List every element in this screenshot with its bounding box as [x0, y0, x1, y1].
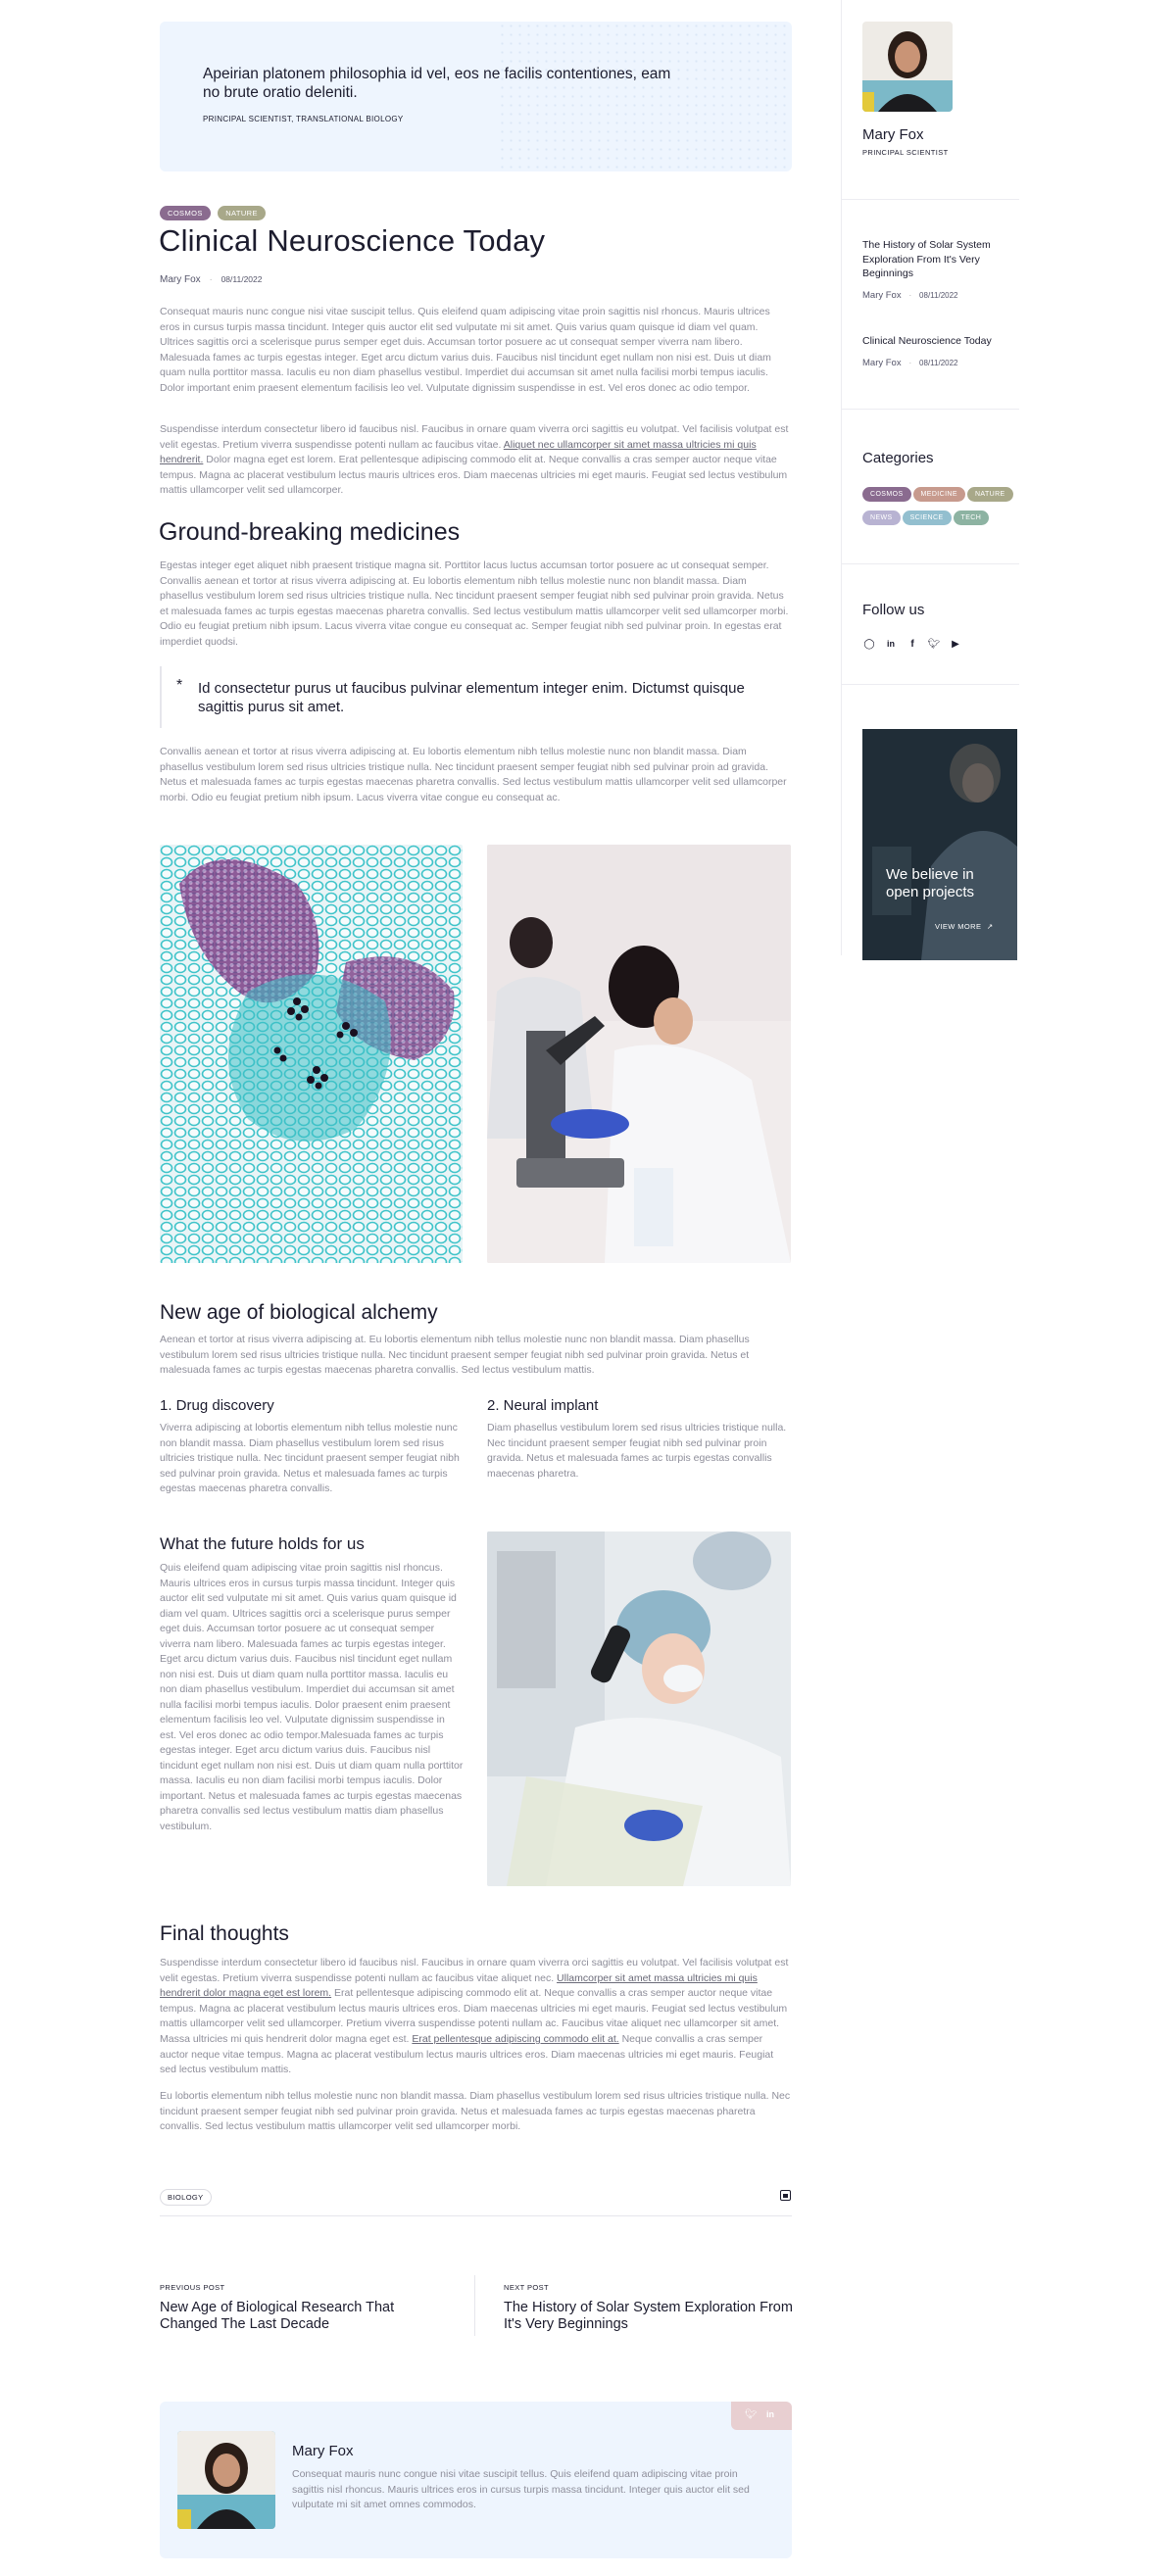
recent-post-2[interactable]: Clinical Neuroscience Today Mary Fox · 0…: [862, 334, 1019, 368]
hero-quote-box: Apeirian platonem philosophia id vel, eo…: [160, 22, 792, 171]
category-medicine[interactable]: MEDICINE: [912, 487, 965, 502]
intro-paragraph-2: Suspendisse interdum consectetur libero …: [160, 422, 792, 499]
author-box-avatar: [177, 2431, 275, 2529]
heading-future: What the future holds for us: [160, 1534, 365, 1553]
final-paragraph-1: Suspendisse interdum consectetur libero …: [160, 1956, 792, 2078]
category-science[interactable]: SCIENCE: [902, 510, 952, 525]
post-tags: COSMOS NATURE: [160, 203, 269, 220]
linkedin-icon[interactable]: in: [884, 637, 898, 651]
linkedin-icon[interactable]: in: [766, 2409, 774, 2419]
drug-discovery-paragraph: Viverra adipiscing at lobortis elementum…: [160, 1422, 460, 1495]
recent-post-2-author[interactable]: Mary Fox: [862, 358, 902, 368]
heading-medicines: Ground-breaking medicines: [159, 518, 461, 546]
post-meta: Mary Fox · 08/11/2022: [160, 274, 263, 285]
final-paragraph-2: Eu lobortis elementum nibh tellus molest…: [160, 2090, 791, 2133]
researcher-microscope-image: [487, 1531, 791, 1886]
youtube-icon[interactable]: ▶: [949, 638, 962, 652]
next-post-title[interactable]: The History of Solar System Exploration …: [504, 2300, 798, 2333]
author-social-strip: 🐦︎ in: [731, 2402, 792, 2430]
post-author[interactable]: Mary Fox: [160, 274, 201, 285]
next-post-link[interactable]: NEXT POST The History of Solar System Ex…: [504, 2283, 798, 2333]
follow-title: Follow us: [862, 602, 925, 618]
facebook-icon[interactable]: f: [906, 638, 919, 652]
category-nature[interactable]: NATURE: [966, 487, 1013, 502]
previous-post-link[interactable]: PREVIOUS POST New Age of Biological Rese…: [160, 2283, 464, 2333]
tag-cosmos[interactable]: COSMOS: [160, 206, 211, 220]
micrograph-image: [160, 845, 463, 1263]
banner-view-more[interactable]: VIEW MORE ↗: [935, 922, 994, 931]
share-icon[interactable]: [780, 2190, 791, 2201]
after-quote-paragraph: Convallis aenean et tortor at risus vive…: [160, 746, 787, 803]
heading-drug-discovery: 1. Drug discovery: [160, 1397, 274, 1414]
divider: [160, 2215, 792, 2216]
nav-divider: [474, 2275, 475, 2336]
recent-post-2-date: 08/11/2022: [919, 358, 958, 367]
banner-link-label: VIEW MORE: [935, 922, 982, 931]
banner-text: We believe in open projects: [886, 866, 975, 900]
meta-separator: ·: [209, 274, 213, 285]
recent-post-1-author[interactable]: Mary Fox: [862, 290, 902, 301]
twitter-icon[interactable]: 🐦︎: [745, 2409, 758, 2420]
lab-scientist-image: [487, 845, 791, 1263]
hero-quote-text: Apeirian platonem philosophia id vel, eo…: [203, 66, 671, 101]
sidebar-author-role: PRINCIPAL SCIENTIST: [862, 148, 949, 157]
sidebar-border: [841, 0, 842, 955]
social-links: ◯ in f 🐦︎ ▶: [862, 634, 970, 652]
recent-post-1-meta: Mary Fox · 08/11/2022: [862, 289, 958, 301]
sidebar-author-name[interactable]: Mary Fox: [862, 126, 924, 143]
medicines-paragraph: Egestas integer eget aliquet nibh praese…: [160, 559, 789, 648]
next-post-label: NEXT POST: [504, 2283, 549, 2292]
recent-post-2-title[interactable]: Clinical Neuroscience Today: [862, 334, 1019, 349]
blockquote-text: Id consectetur purus ut faucibus pulvina…: [198, 680, 745, 715]
category-news[interactable]: NEWS: [862, 510, 901, 525]
neural-implant-paragraph: Diam phasellus vestibulum lorem sed risu…: [487, 1422, 787, 1480]
post-date: 08/11/2022: [220, 274, 263, 284]
category-cosmos[interactable]: COSMOS: [862, 487, 911, 502]
recent-post-1-title[interactable]: The History of Solar System Exploration …: [862, 238, 1019, 281]
author-box: 🐦︎ in Mary Fox Consequat mauris nunc con…: [160, 2402, 792, 2558]
future-paragraph: Quis eleifend quam adipiscing vitae proi…: [160, 1562, 464, 1832]
sidebar-divider: [841, 199, 1019, 200]
heading-alchemy: New age of biological alchemy: [160, 1301, 438, 1324]
recent-post-2-meta: Mary Fox · 08/11/2022: [862, 357, 958, 368]
categories-list: COSMOS MEDICINE NATURE NEWS SCIENCE TECH: [862, 483, 1024, 530]
tag-nature[interactable]: NATURE: [218, 206, 266, 220]
blockquote: * Id consectetur purus ut faucibus pulvi…: [160, 666, 792, 728]
alchemy-paragraph: Aenean et tortor at risus viverra adipis…: [160, 1334, 750, 1377]
sidebar-divider: [841, 563, 1019, 564]
sidebar-author-avatar: [862, 22, 953, 112]
heading-final-thoughts: Final thoughts: [160, 1922, 289, 1945]
category-tech[interactable]: TECH: [953, 510, 990, 525]
sidebar-divider: [841, 684, 1019, 685]
instagram-icon[interactable]: ◯: [862, 638, 876, 652]
author-box-bio: Consequat mauris nunc congue nisi vitae …: [292, 2468, 750, 2511]
tag-biology[interactable]: BIOLOGY: [160, 2189, 212, 2206]
author-box-name[interactable]: Mary Fox: [292, 2443, 354, 2459]
recent-post-1-date: 08/11/2022: [919, 290, 958, 300]
heading-neural-implant: 2. Neural implant: [487, 1397, 599, 1414]
sidebar-banner[interactable]: We believe in open projects VIEW MORE ↗: [862, 729, 1017, 960]
intro-p2-text-b: Dolor magna eget est lorem. Erat pellent…: [160, 454, 788, 497]
recent-post-1[interactable]: The History of Solar System Exploration …: [862, 238, 1019, 301]
hero-quote-attribution: PRINCIPAL SCIENTIST, TRANSLATIONAL BIOLO…: [203, 115, 404, 123]
sidebar-divider: [841, 409, 1019, 410]
twitter-icon[interactable]: 🐦︎: [927, 638, 941, 652]
previous-post-title[interactable]: New Age of Biological Research That Chan…: [160, 2300, 444, 2333]
post-title: Clinical Neuroscience Today: [159, 223, 546, 258]
arrow-up-right-icon: ↗: [986, 922, 994, 931]
final-p1-link-2[interactable]: Erat pellentesque adipiscing commodo eli…: [412, 2033, 618, 2045]
categories-title: Categories: [862, 450, 934, 466]
asterisk-icon: *: [176, 677, 183, 694]
previous-post-label: PREVIOUS POST: [160, 2283, 225, 2292]
intro-paragraph-1: Consequat mauris nunc congue nisi vitae …: [160, 306, 771, 394]
